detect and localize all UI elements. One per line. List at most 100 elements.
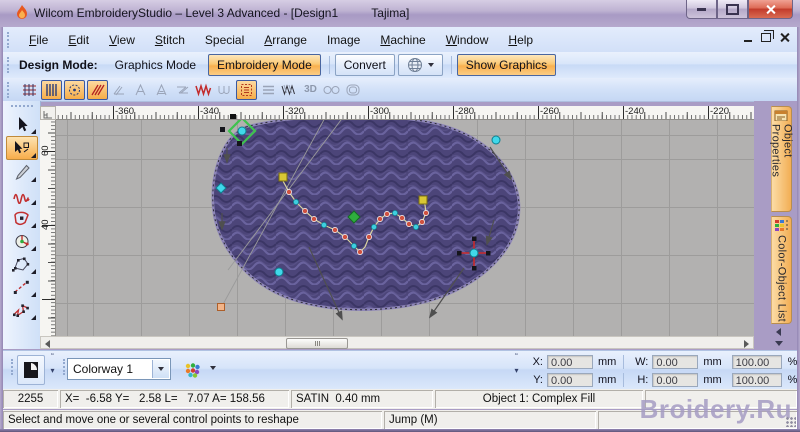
circle-arc-tool[interactable] — [7, 230, 37, 252]
menu-machine[interactable]: Machine — [370, 28, 435, 52]
colorway-dropdown-button[interactable] — [152, 360, 169, 378]
toolbar-grip[interactable] — [7, 31, 14, 48]
toolbar-overflow[interactable]: “▾ — [47, 353, 58, 385]
menu-image[interactable]: Image — [317, 28, 370, 52]
scroll-left-icon[interactable] — [45, 340, 50, 348]
reshape-tool[interactable] — [5, 136, 38, 160]
object-properties-icon — [774, 110, 788, 122]
horizontal-scrollbar[interactable] — [40, 336, 754, 349]
bottom-toolbar: “▾ Colorway 1 “▾ X: 0.00 mm W: 0.00 mm 1… — [3, 350, 797, 389]
embroidery-object[interactable] — [211, 120, 521, 311]
palette-dropdown-icon[interactable] — [210, 366, 216, 370]
ruler-origin-button[interactable] — [40, 106, 56, 120]
dock-prev-icon[interactable] — [776, 328, 781, 336]
dropdown-arrow-icon — [158, 367, 164, 371]
stitch-count: 2255 — [3, 390, 58, 408]
status-hint: Select and move one or several control p… — [3, 411, 382, 429]
show-graphics-button[interactable]: Show Graphics — [456, 54, 557, 76]
y-unit: mm — [598, 374, 617, 386]
x-unit: mm — [598, 356, 617, 368]
minimize-button[interactable] — [686, 0, 717, 19]
menu-special[interactable]: Special — [195, 28, 254, 52]
menu-help[interactable]: Help — [498, 28, 543, 52]
ruler-label: -340 — [200, 106, 220, 117]
pattern-stamp-icon[interactable] — [236, 79, 257, 100]
freehand-embroidery-tool[interactable] — [7, 184, 37, 206]
h-label: H: — [637, 374, 649, 386]
ruler-label: -240 — [625, 106, 645, 117]
dock-menu-icon[interactable] — [775, 341, 783, 346]
tab-object-properties[interactable]: Object Properties — [770, 106, 794, 212]
toolbar-overflow[interactable]: “▾ — [511, 353, 522, 385]
w-field[interactable]: 0.00 — [652, 355, 699, 369]
ruler-label: 40 — [40, 219, 51, 230]
mdi-window-controls — [744, 32, 789, 42]
status-blank-panel — [645, 390, 797, 408]
globe-icon — [407, 58, 422, 72]
convert-button[interactable]: Convert — [334, 54, 395, 76]
close-button[interactable] — [748, 0, 793, 19]
window-title: Wilcom EmbroideryStudio – Level 3 Advanc… — [34, 6, 410, 20]
select-tool[interactable] — [7, 113, 37, 135]
dropdown-arrow-icon — [427, 63, 434, 67]
pointer-coordinates: X= -6.58 Y= 2.58 L= 7.07 A= 158.56 — [60, 390, 289, 408]
triple-run-tool[interactable] — [7, 299, 37, 321]
design-canvas[interactable] — [56, 120, 754, 336]
zigzag-stitch-icon[interactable] — [194, 81, 213, 99]
scale-x-field[interactable]: 100.00 — [731, 355, 782, 369]
complex-fill-tool[interactable] — [7, 253, 37, 275]
x-label: X: — [532, 356, 543, 368]
toolbar-separator — [328, 56, 330, 74]
resize-grip[interactable] — [786, 417, 796, 427]
triple-run-icon — [13, 303, 29, 317]
menu-window[interactable]: Window — [436, 28, 499, 52]
ruler-label: -320 — [285, 106, 305, 117]
mdi-minimize-button[interactable] — [744, 40, 752, 42]
fancy-fill-icon[interactable] — [87, 79, 108, 100]
scale-y-field[interactable]: 100.00 — [731, 373, 782, 387]
knife-tool[interactable] — [7, 161, 37, 183]
stitch-list-icon — [259, 81, 278, 99]
maximize-button[interactable] — [717, 0, 748, 19]
y-label: Y: — [533, 374, 543, 386]
select-arrow-icon — [18, 116, 28, 131]
colorway-editor-button[interactable] — [179, 358, 205, 382]
embroidery-mode-button[interactable]: Embroidery Mode — [208, 54, 321, 76]
toolbar-grip[interactable] — [7, 81, 14, 98]
program-split-icon[interactable] — [64, 79, 85, 100]
toolbar-grip[interactable] — [10, 105, 33, 111]
ruler-origin-icon — [43, 111, 52, 119]
tab-color-object-list[interactable]: Color-Object List — [771, 216, 792, 324]
color-object-list-icon — [775, 220, 788, 231]
e-stitch-icon — [215, 81, 234, 99]
graphics-mode-button[interactable]: Graphics Mode — [106, 54, 205, 76]
hoop-globe-button[interactable] — [397, 54, 443, 76]
mdi-restore-button[interactable] — [761, 32, 771, 42]
mdi-close-button[interactable] — [780, 33, 789, 42]
horizontal-scroll-thumb[interactable] — [286, 338, 348, 349]
y-field[interactable]: 0.00 — [547, 373, 593, 387]
colorway-value: Colorway 1 — [73, 362, 134, 376]
weave-fill-icon[interactable] — [20, 81, 39, 99]
stitch-effects-icon — [280, 81, 299, 99]
menu-edit[interactable]: Edit — [58, 28, 99, 52]
menu-stitch[interactable]: Stitch — [145, 28, 195, 52]
colorway-select[interactable]: Colorway 1 — [67, 358, 171, 380]
menu-bar: File Edit View Stitch Special Arrange Im… — [3, 27, 797, 53]
status-bar-lower: Select and move one or several control p… — [3, 410, 797, 429]
block-digitize-tool[interactable] — [7, 207, 37, 229]
x-field[interactable]: 0.00 — [547, 355, 593, 369]
scroll-right-icon[interactable] — [744, 340, 749, 348]
slow-redraw-button[interactable] — [17, 355, 45, 385]
menu-view[interactable]: View — [99, 28, 145, 52]
menu-file[interactable]: File — [19, 28, 58, 52]
run-stitch-tool[interactable] — [7, 276, 37, 298]
tatami-fill-icon[interactable] — [41, 79, 62, 100]
toolbar-grip[interactable] — [7, 57, 14, 73]
ruler-label: -260 — [540, 106, 560, 117]
reshape-icon — [14, 140, 29, 153]
h-field[interactable]: 0.00 — [652, 373, 699, 387]
application-window: Wilcom EmbroideryStudio – Level 3 Advanc… — [0, 0, 800, 432]
menu-arrange[interactable]: Arrange — [254, 28, 317, 52]
title-bar: Wilcom EmbroideryStudio – Level 3 Advanc… — [0, 0, 800, 28]
